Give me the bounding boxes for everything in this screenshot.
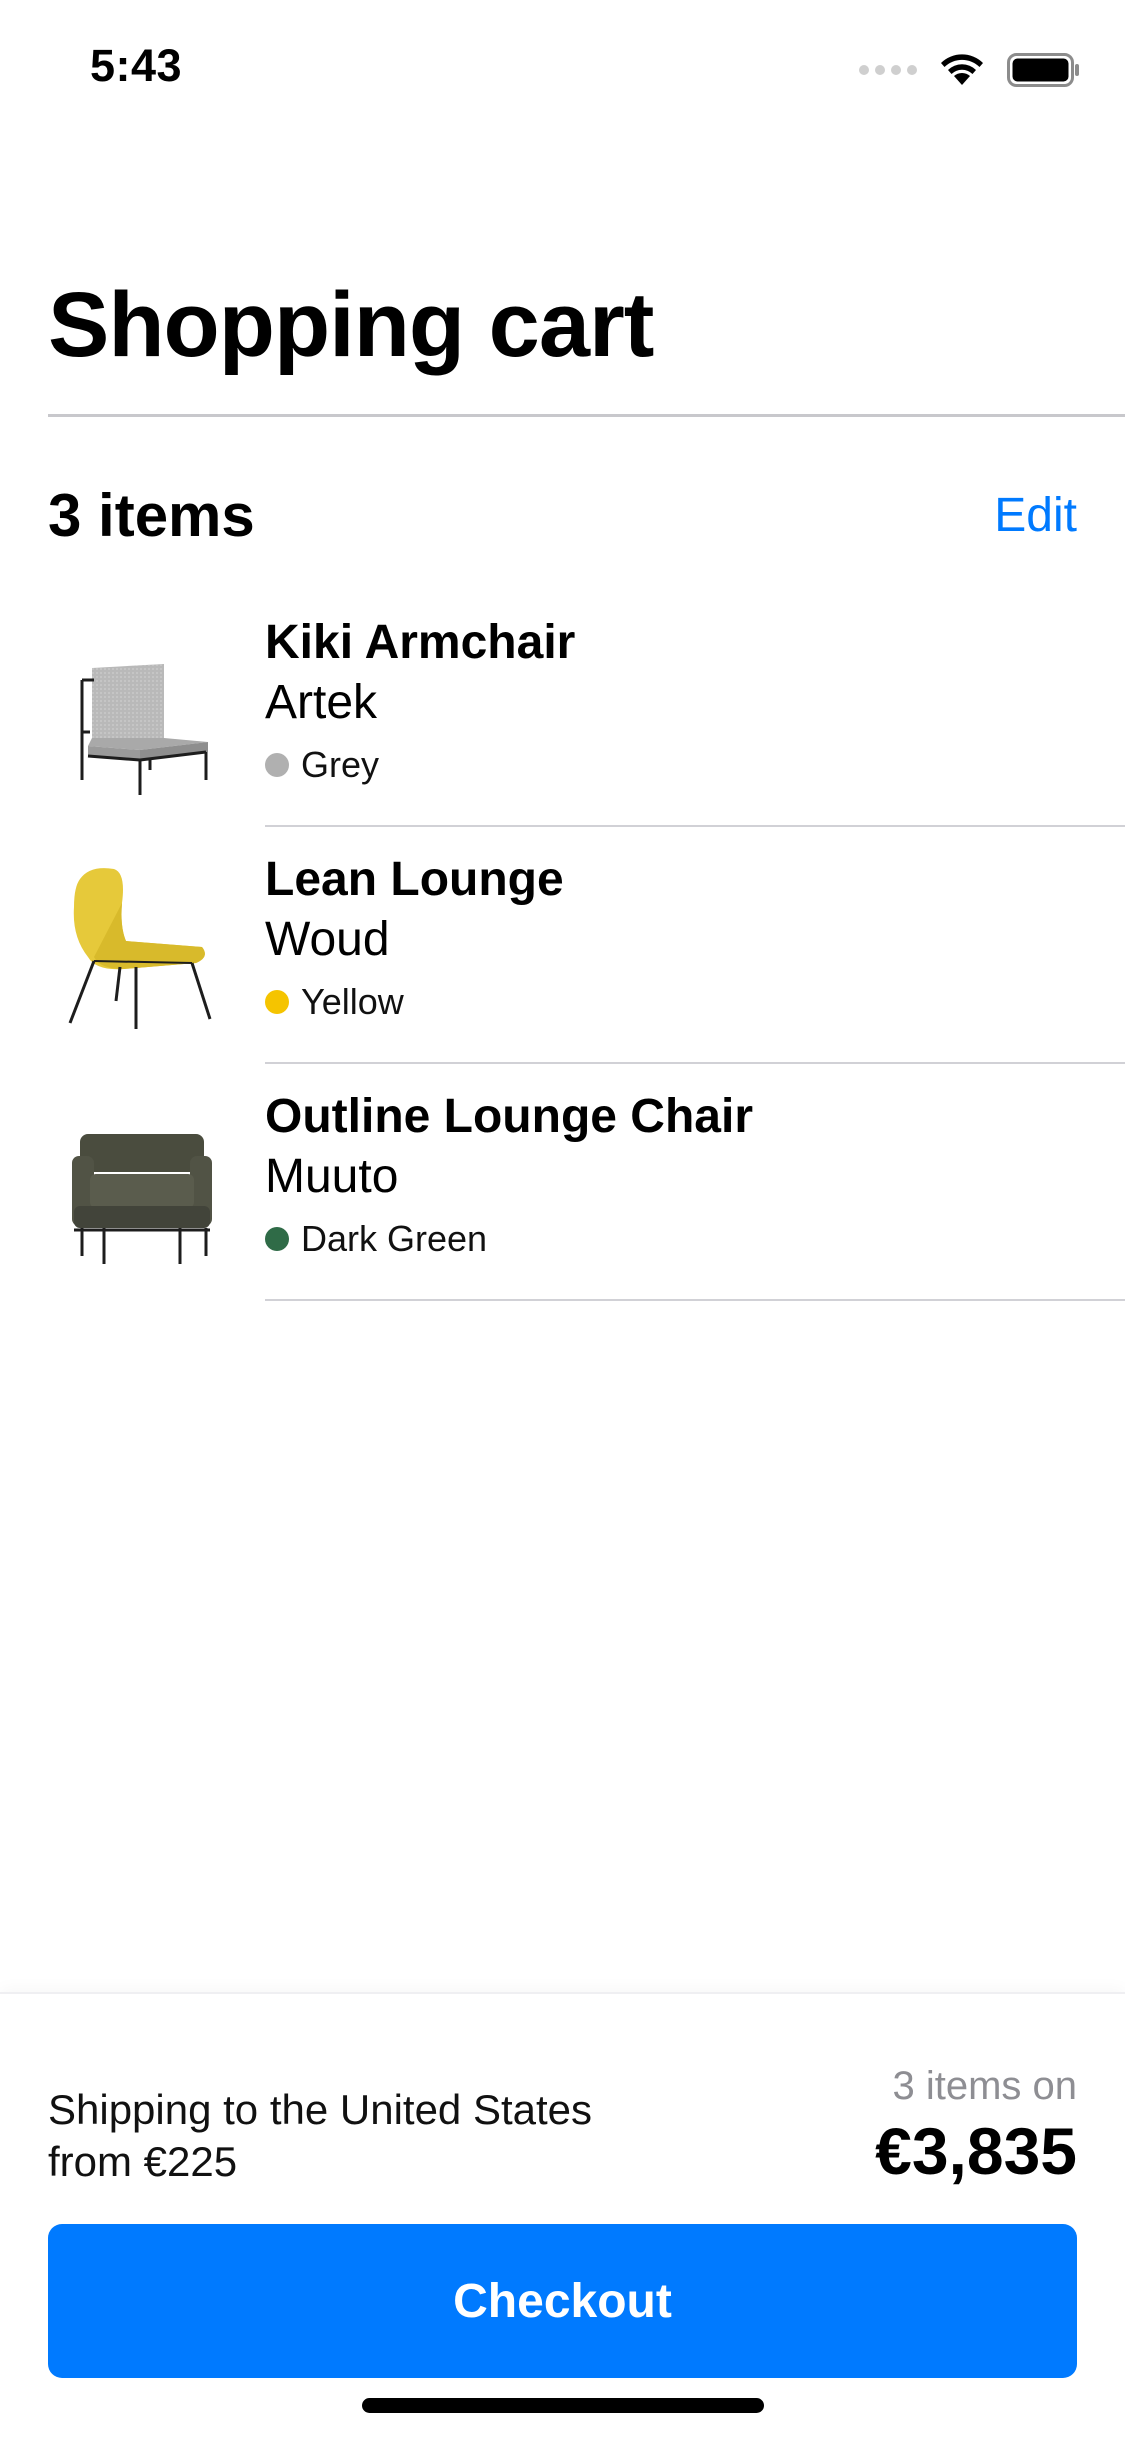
dark-green-lounge-chair-image <box>72 1134 212 1264</box>
cart-item-count: 3 items <box>48 482 255 549</box>
cart-item-details: Outline Lounge Chair Muuto Dark Green <box>265 1088 753 1264</box>
item-color-label: Dark Green <box>301 1218 488 1259</box>
color-swatch <box>265 990 289 1014</box>
shipping-price: from €225 <box>48 2138 238 2185</box>
checkout-button[interactable]: Checkout <box>48 2224 1077 2378</box>
title-divider <box>48 414 1125 417</box>
item-brand: Artek <box>265 676 378 729</box>
item-name: Kiki Armchair <box>265 616 576 669</box>
cart-item-details: Kiki Armchair Artek Grey <box>265 614 575 790</box>
status-bar: 5:43 <box>0 0 1125 132</box>
item-name: Lean Lounge <box>265 853 564 906</box>
page-title: Shopping cart <box>48 274 654 376</box>
edit-button[interactable]: Edit <box>994 484 1077 548</box>
shipping-info: Shipping to the United States from €225 <box>48 2084 592 2188</box>
item-brand: Muuto <box>265 1150 399 1203</box>
checkout-footer: Shipping to the United States from €225 … <box>0 1992 1125 2438</box>
signal-icon <box>859 65 917 75</box>
cart-item[interactable]: Lean Lounge Woud Yellow <box>0 827 1125 1064</box>
cart-list: Kiki Armchair Artek Grey Lean Lounge Wou… <box>0 590 1125 1301</box>
item-color-label: Yellow <box>301 981 404 1022</box>
wifi-icon <box>941 54 983 85</box>
item-name: Outline Lounge Chair <box>265 1090 753 1143</box>
status-icons <box>859 50 1081 90</box>
color-swatch <box>265 1227 289 1251</box>
item-color: Grey <box>265 740 575 790</box>
cart-item[interactable]: Kiki Armchair Artek Grey <box>0 590 1125 827</box>
item-divider <box>265 1299 1125 1301</box>
order-total: 3 items on €3,835 <box>875 2060 1077 2190</box>
item-color: Dark Green <box>265 1214 753 1264</box>
total-price: €3,835 <box>875 2114 1077 2188</box>
color-swatch <box>265 753 289 777</box>
item-color: Yellow <box>265 977 564 1027</box>
home-indicator[interactable] <box>362 2398 764 2413</box>
cart-item-details: Lean Lounge Woud Yellow <box>265 851 564 1027</box>
cart-item[interactable]: Outline Lounge Chair Muuto Dark Green <box>0 1064 1125 1301</box>
status-time: 5:43 <box>90 40 183 91</box>
yellow-lounge-chair-image <box>68 868 212 1029</box>
shipping-destination: Shipping to the United States <box>48 2086 593 2133</box>
grey-armchair-image <box>80 664 208 795</box>
item-color-label: Grey <box>301 744 380 785</box>
item-brand: Woud <box>265 913 390 966</box>
total-item-count: 3 items on <box>892 2064 1077 2108</box>
battery-icon <box>1007 53 1079 87</box>
